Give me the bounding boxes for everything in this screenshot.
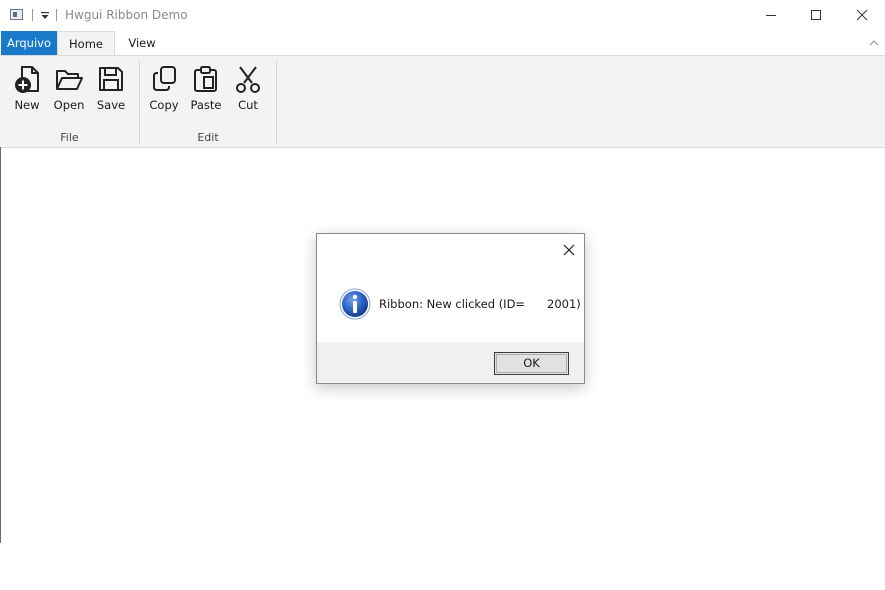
chevron-up-icon [869, 40, 879, 46]
save-button-label: Save [96, 98, 126, 112]
window-title: Hwgui Ribbon Demo [65, 8, 188, 22]
qat-separator [32, 9, 33, 21]
close-icon [856, 9, 868, 21]
tab-home[interactable]: Home [57, 31, 115, 56]
paste-button-label: Paste [190, 98, 222, 112]
folder-open-icon [56, 70, 83, 90]
message-dialog[interactable]: Ribbon: New clicked (ID= 2001) OK [316, 233, 585, 384]
maximize-icon [811, 10, 821, 20]
copy-icon [153, 66, 176, 91]
ribbon-tab-bar: Arquivo Home View [0, 31, 885, 56]
ok-button[interactable]: OK [494, 352, 569, 375]
scissors-icon [236, 66, 260, 93]
qat-customize-dropdown[interactable] [39, 10, 51, 22]
app-icon[interactable] [10, 9, 23, 20]
group-label-file: File [60, 131, 79, 144]
copy-button-label: Copy [149, 98, 179, 112]
dialog-footer: OK [317, 342, 584, 383]
close-button[interactable] [839, 0, 885, 30]
qat-separator [56, 9, 57, 21]
cut-button[interactable]: Cut [228, 62, 268, 116]
copy-button[interactable]: Copy [144, 62, 184, 116]
paste-button[interactable]: Paste [186, 62, 226, 116]
floppy-disk-icon [99, 67, 123, 91]
new-button[interactable]: New [7, 62, 47, 116]
minimize-button[interactable] [748, 0, 794, 30]
information-icon [339, 288, 371, 320]
tab-arquivo[interactable]: Arquivo [1, 31, 57, 55]
maximize-button[interactable] [793, 0, 839, 30]
new-document-icon [15, 66, 39, 93]
minimize-icon [766, 15, 776, 16]
title-bar[interactable]: Hwgui Ribbon Demo [0, 0, 885, 31]
tab-view[interactable]: View [118, 31, 166, 55]
dialog-close-button[interactable] [559, 240, 579, 260]
ribbon-collapse-button[interactable] [868, 37, 880, 47]
dialog-message: Ribbon: New clicked (ID= 2001) [379, 297, 581, 311]
clipboard-paste-icon [194, 66, 217, 92]
ribbon-group-edit: Copy Paste Cut Edit [140, 56, 276, 147]
group-label-edit: Edit [197, 131, 219, 144]
open-button-label: Open [53, 98, 85, 112]
new-button-label: New [14, 98, 40, 112]
save-button[interactable]: Save [91, 62, 131, 116]
open-button[interactable]: Open [49, 62, 89, 116]
cut-button-label: Cut [238, 98, 258, 112]
ribbon-panel: New Open Save File Copy Paste Cut Edit [0, 55, 885, 148]
group-separator [276, 60, 277, 144]
close-icon [563, 244, 575, 256]
app-window: Hwgui Ribbon Demo Arquivo Home View New … [0, 0, 885, 590]
chevron-down-icon [41, 12, 49, 19]
ribbon-group-file: New Open Save File [0, 56, 139, 147]
window-edge [0, 147, 1, 543]
